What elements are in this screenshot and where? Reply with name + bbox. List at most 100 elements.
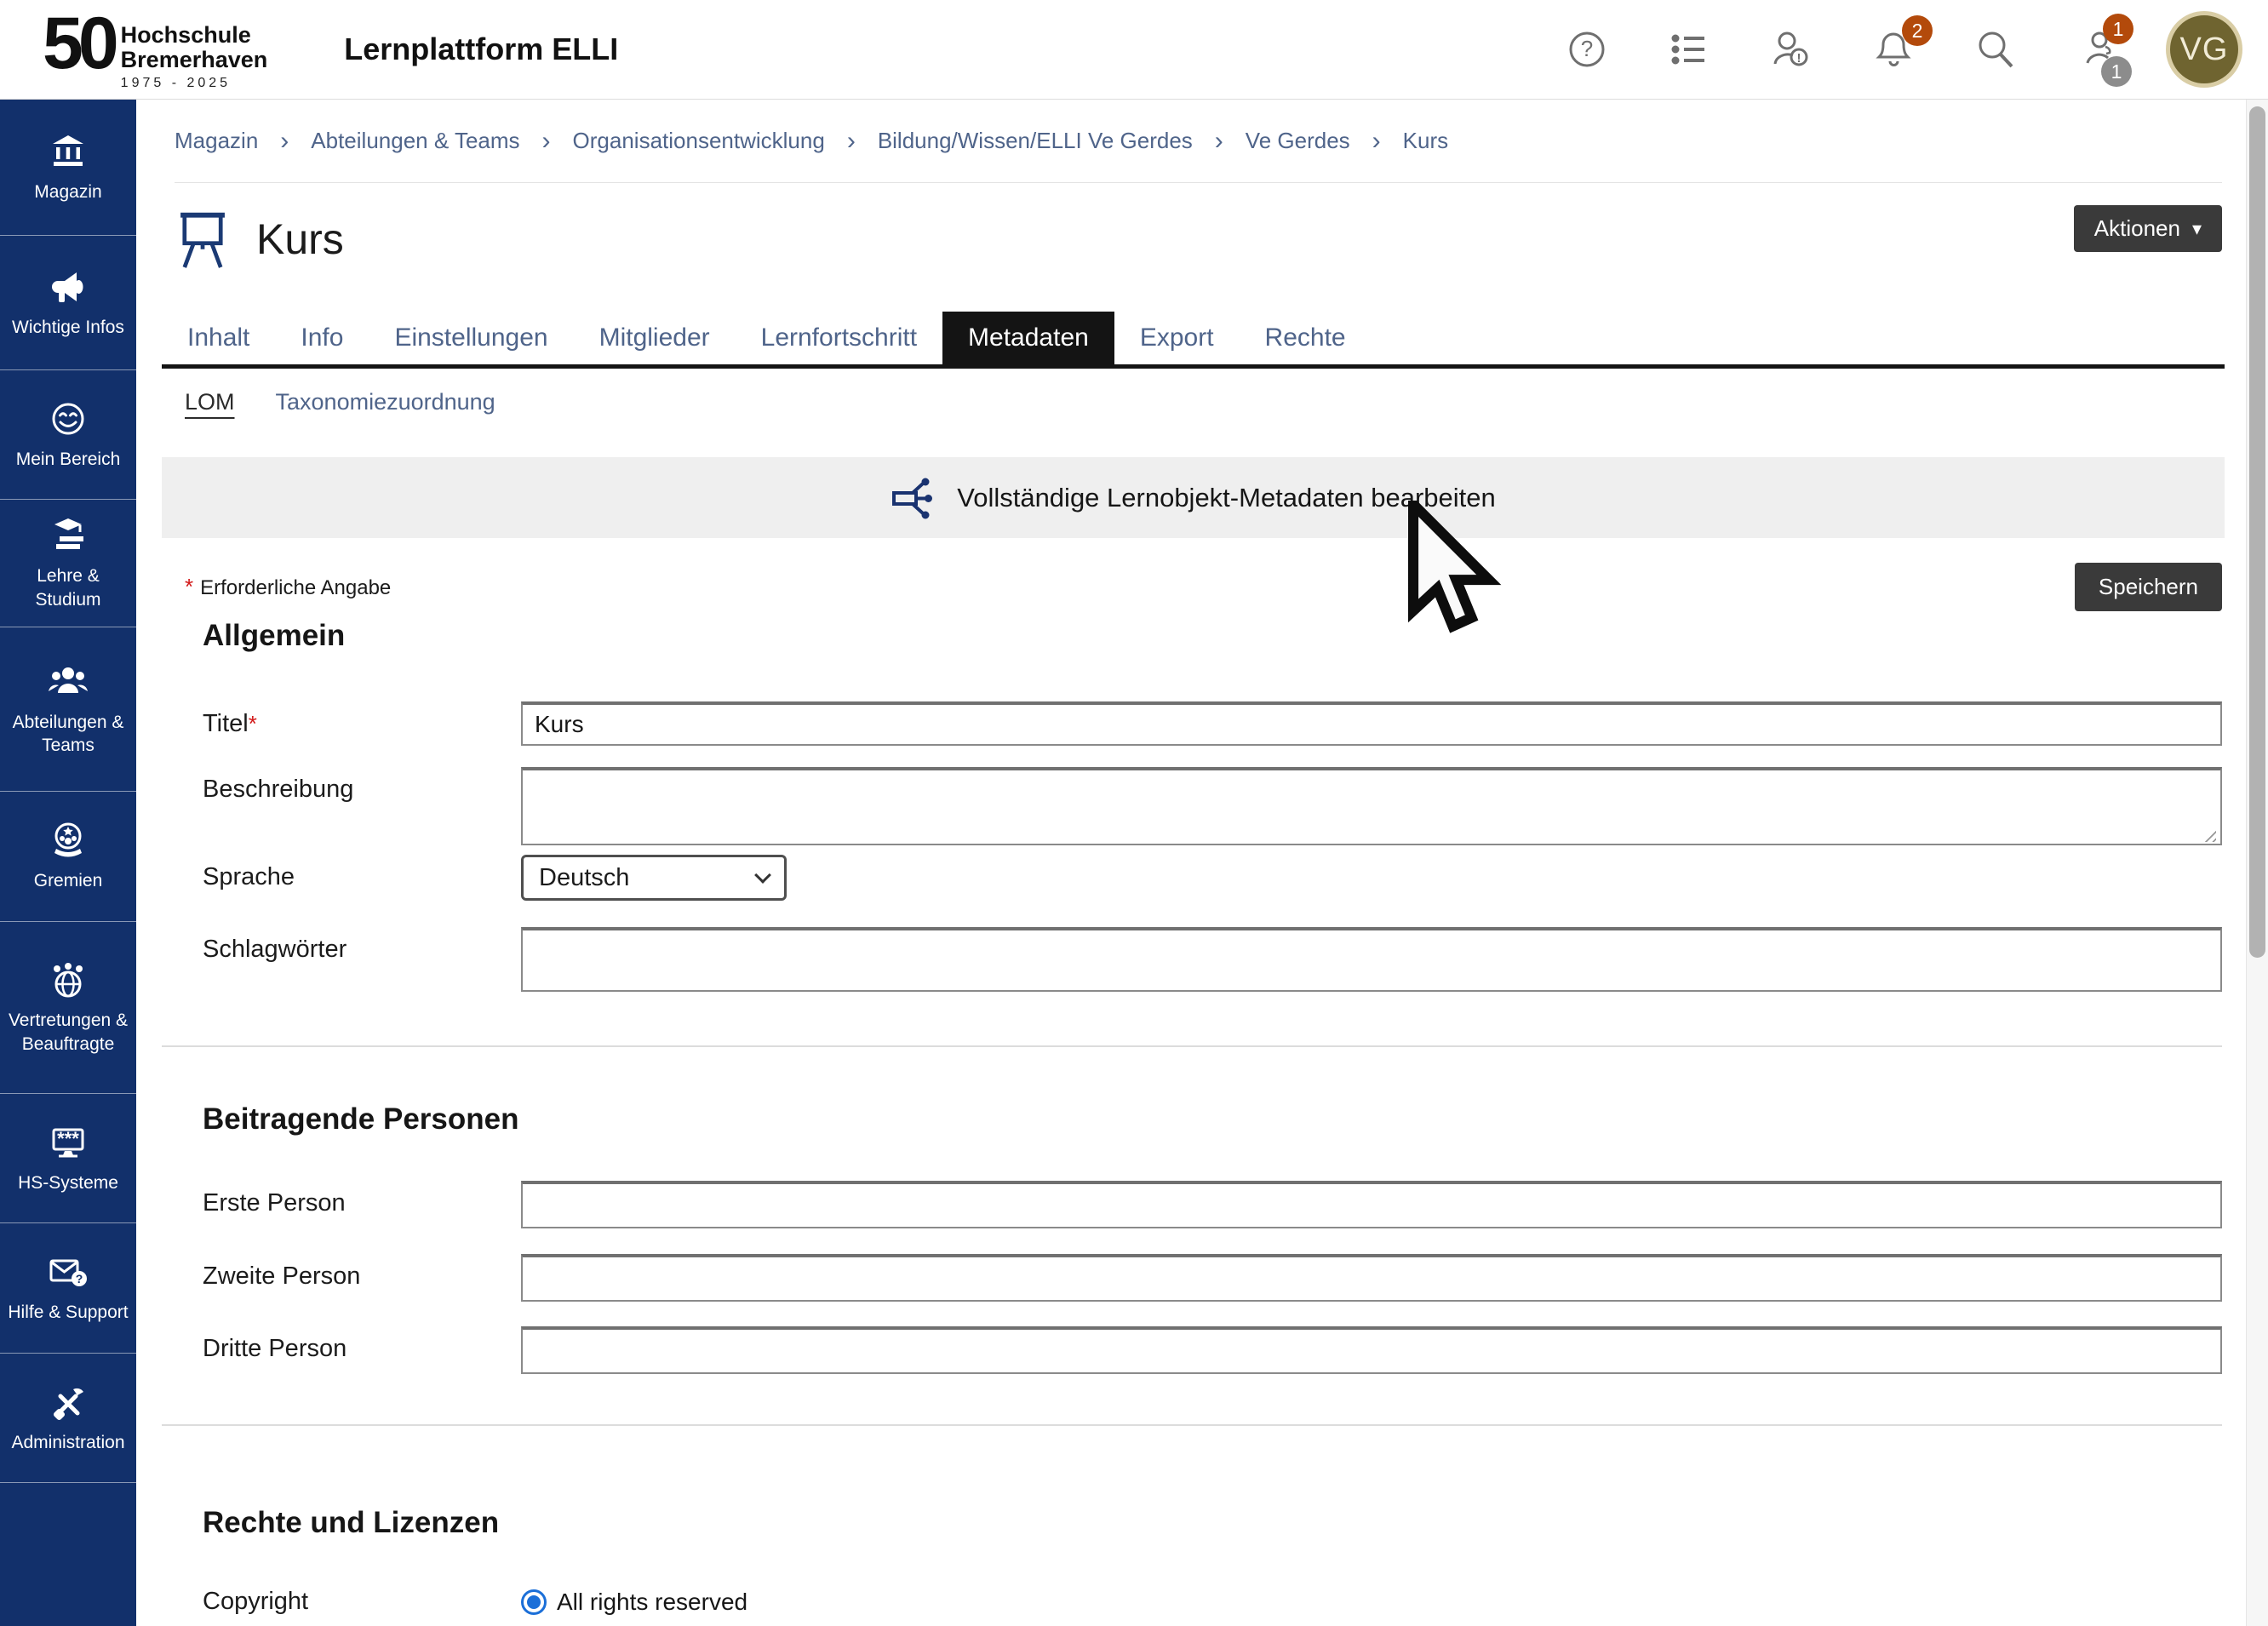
section-divider bbox=[162, 1424, 2222, 1426]
main-content: Magazin › Abteilungen & Teams › Organisa… bbox=[136, 100, 2246, 1626]
svg-text:?: ? bbox=[1581, 36, 1593, 61]
sidebar-item-hs-systeme[interactable]: *** HS-Systeme bbox=[0, 1094, 136, 1223]
logo-years: 1975 - 2025 bbox=[121, 76, 268, 91]
chevron-down-icon bbox=[754, 867, 771, 884]
sidebar-item-hilfe-support[interactable]: ? Hilfe & Support bbox=[0, 1223, 136, 1354]
form-row-beschreibung: Beschreibung bbox=[175, 767, 2222, 850]
mail-help-icon: ? bbox=[48, 1251, 89, 1292]
committee-icon bbox=[48, 820, 89, 861]
banner-label: Vollständige Lernobjekt-Metadaten bearbe… bbox=[957, 483, 1496, 513]
user-avatar[interactable]: VG bbox=[2166, 11, 2242, 88]
subtab-bar: LOM Taxonomiezuordnung bbox=[175, 382, 2222, 421]
logo-50-glyph: 50 bbox=[43, 8, 114, 79]
tab-export[interactable]: Export bbox=[1114, 312, 1240, 364]
sidebar-item-mein-bereich[interactable]: Mein Bereich bbox=[0, 370, 136, 500]
svg-text:!: ! bbox=[1797, 51, 1801, 66]
main-sidebar: Magazin Wichtige Infos Mein Bereich Lehr… bbox=[0, 100, 136, 1626]
schlagwoerter-input[interactable] bbox=[521, 927, 2222, 992]
search-icon[interactable] bbox=[1975, 29, 2016, 70]
tab-einstellungen[interactable]: Einstellungen bbox=[369, 312, 573, 364]
tab-mitglieder[interactable]: Mitglieder bbox=[574, 312, 736, 364]
required-asterisk: * bbox=[249, 711, 257, 736]
beschreibung-label: Beschreibung bbox=[175, 767, 521, 804]
sidebar-item-abteilungen-teams[interactable]: Abteilungen & Teams bbox=[0, 627, 136, 792]
vertical-scrollbar-thumb[interactable] bbox=[2249, 106, 2265, 958]
breadcrumb-item[interactable]: Abteilungen & Teams bbox=[311, 128, 519, 154]
form-row-schlagwoerter: Schlagwörter bbox=[175, 927, 2222, 992]
erste-person-input[interactable] bbox=[521, 1181, 2222, 1228]
tab-inhalt[interactable]: Inhalt bbox=[162, 312, 275, 364]
megaphone-icon bbox=[48, 266, 89, 307]
tab-info[interactable]: Info bbox=[275, 312, 369, 364]
smiley-icon bbox=[48, 398, 89, 439]
logo-name-line2: Bremerhaven bbox=[121, 48, 268, 72]
tab-lernfortschritt[interactable]: Lernfortschritt bbox=[736, 312, 942, 364]
page-title: Kurs bbox=[256, 215, 344, 264]
dritte-person-label: Dritte Person bbox=[175, 1326, 521, 1363]
contacts-icon[interactable]: 1 1 bbox=[2077, 29, 2118, 70]
notifications-badge: 2 bbox=[1902, 15, 1933, 46]
form-row-titel: Titel* bbox=[175, 701, 2222, 746]
sidebar-item-administration[interactable]: Administration bbox=[0, 1354, 136, 1483]
titel-label: Titel* bbox=[175, 701, 521, 738]
sprache-select[interactable]: Deutsch bbox=[521, 855, 787, 901]
subtab-lom[interactable]: LOM bbox=[185, 389, 235, 415]
breadcrumb-item[interactable]: Magazin bbox=[175, 128, 258, 154]
app-title: Lernplattform ELLI bbox=[344, 31, 618, 67]
page-title-row: Kurs Aktionen ▾ bbox=[175, 198, 2222, 280]
svg-text:?: ? bbox=[76, 1272, 83, 1285]
form-row-dritte-person: Dritte Person bbox=[175, 1326, 2222, 1374]
monitor-icon: *** bbox=[48, 1122, 89, 1163]
form-row-erste-person: Erste Person bbox=[175, 1181, 2222, 1228]
breadcrumb-item[interactable]: Bildung/Wissen/ELLI Ve Gerdes bbox=[878, 128, 1193, 154]
notifications-bell-icon[interactable]: 2 bbox=[1873, 29, 1914, 70]
sidebar-item-magazin[interactable]: Magazin bbox=[0, 100, 136, 236]
section-heading-rechte: Rechte und Lizenzen bbox=[175, 1506, 2222, 1540]
contacts-new-badge: 1 bbox=[2103, 14, 2133, 44]
sidebar-item-gremien[interactable]: Gremien bbox=[0, 792, 136, 922]
breadcrumb-item[interactable]: Kurs bbox=[1403, 128, 1448, 154]
sidebar-item-lehre-studium[interactable]: Lehre & Studium bbox=[0, 500, 136, 627]
form-row-zweite-person: Zweite Person bbox=[175, 1254, 2222, 1302]
section-heading-allgemein: Allgemein bbox=[175, 619, 2222, 653]
globe-people-icon bbox=[48, 959, 89, 1000]
breadcrumb-separator: › bbox=[280, 127, 289, 156]
required-note: *Erforderliche Angabe bbox=[175, 574, 391, 600]
subtab-taxonomiezuordnung[interactable]: Taxonomiezuordnung bbox=[276, 389, 495, 415]
metadata-tree-icon bbox=[891, 476, 935, 520]
tab-metadaten[interactable]: Metadaten bbox=[942, 312, 1114, 364]
copyright-option-label: All rights reserved bbox=[557, 1589, 747, 1616]
tab-bar: Inhalt Info Einstellungen Mitglieder Ler… bbox=[162, 312, 2225, 369]
radio-selected-icon[interactable] bbox=[521, 1589, 547, 1615]
section-divider bbox=[162, 1045, 2222, 1047]
course-icon bbox=[175, 206, 231, 272]
caret-down-icon: ▾ bbox=[2192, 218, 2202, 240]
help-icon[interactable]: ? bbox=[1566, 29, 1607, 70]
breadcrumb-item[interactable]: Ve Gerdes bbox=[1246, 128, 1350, 154]
header-icon-bar: ? ! 2 1 1 VG bbox=[1505, 11, 2242, 88]
vertical-scrollbar-track[interactable] bbox=[2246, 100, 2268, 1626]
section-heading-beitragende: Beitragende Personen bbox=[175, 1102, 2222, 1136]
zweite-person-input[interactable] bbox=[521, 1254, 2222, 1302]
edit-full-metadata-banner[interactable]: Vollständige Lernobjekt-Metadaten bearbe… bbox=[162, 457, 2225, 538]
logo-name-line1: Hochschule bbox=[121, 23, 268, 47]
tools-icon bbox=[48, 1382, 89, 1423]
schlagwoerter-label: Schlagwörter bbox=[175, 927, 521, 964]
bank-icon bbox=[48, 131, 89, 172]
breadcrumb-item[interactable]: Organisationsentwicklung bbox=[573, 128, 825, 154]
beschreibung-textarea[interactable] bbox=[521, 767, 2222, 845]
sidebar-item-vertretungen[interactable]: Vertretungen & Beauftragte bbox=[0, 922, 136, 1094]
actions-button[interactable]: Aktionen ▾ bbox=[2074, 205, 2222, 252]
user-status-icon[interactable]: ! bbox=[1771, 29, 1812, 70]
dritte-person-input[interactable] bbox=[521, 1326, 2222, 1374]
titel-input[interactable] bbox=[521, 701, 2222, 746]
breadcrumb: Magazin › Abteilungen & Teams › Organisa… bbox=[175, 100, 2222, 183]
erste-person-label: Erste Person bbox=[175, 1181, 521, 1217]
tab-rechte[interactable]: Rechte bbox=[1240, 312, 1372, 364]
university-logo: 50 Hochschule Bremerhaven 1975 - 2025 bbox=[43, 8, 267, 90]
copyright-label: Copyright bbox=[175, 1588, 521, 1616]
todo-list-icon[interactable] bbox=[1669, 29, 1710, 70]
save-button[interactable]: Speichern bbox=[2075, 563, 2222, 611]
sidebar-item-wichtige-infos[interactable]: Wichtige Infos bbox=[0, 236, 136, 370]
form-row-sprache: Sprache Deutsch bbox=[175, 855, 2222, 901]
